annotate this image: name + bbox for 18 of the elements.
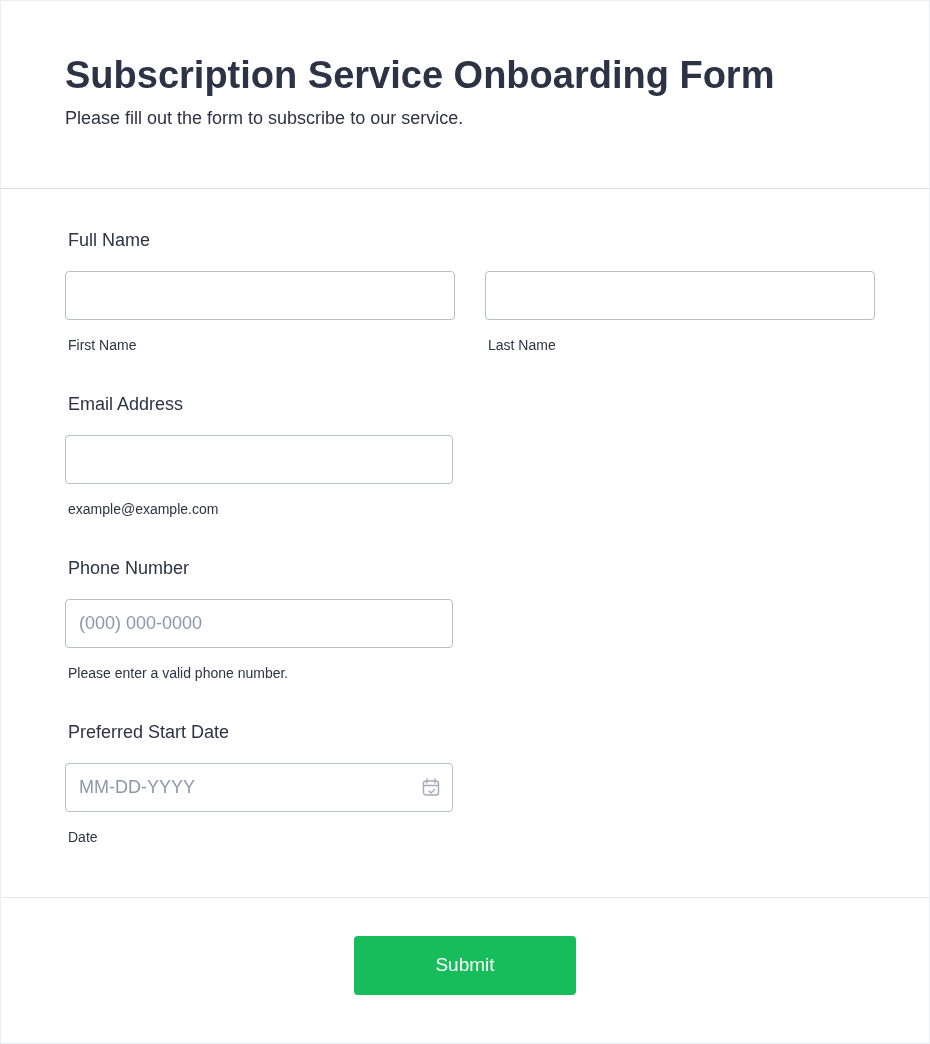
input-field[interactable]: (000) 000-0000 [65, 599, 453, 648]
field-label: Phone Number [67, 557, 190, 580]
input-field[interactable]: MM-DD-YYYY [65, 763, 453, 812]
field-hint: Last Name [487, 336, 556, 355]
input-field[interactable] [485, 271, 875, 320]
field-label: Preferred Start Date [67, 721, 230, 744]
submit-button[interactable]: Submit [354, 936, 576, 995]
calendar-icon[interactable] [422, 778, 440, 797]
field-hint: Please enter a valid phone number. [67, 664, 289, 683]
field-hint: Date [67, 828, 98, 847]
form-title: Subscription Service Onboarding Form [65, 53, 776, 98]
field-hint: example@example.com [67, 500, 219, 519]
form-subtitle: Please fill out the form to subscribe to our service. [65, 106, 465, 130]
field-hint: First Name [67, 336, 137, 355]
field-label: Email Address [67, 393, 184, 416]
input-field[interactable] [65, 435, 453, 484]
input-field[interactable] [65, 271, 455, 320]
field-label: Full Name [67, 229, 151, 252]
